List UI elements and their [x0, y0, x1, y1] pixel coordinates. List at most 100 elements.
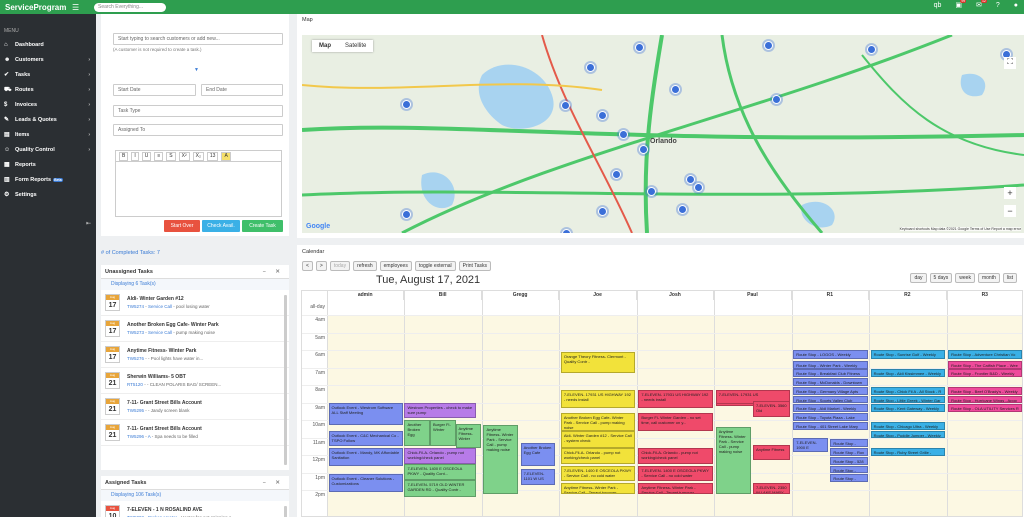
brand-logo[interactable]: ServiceProgram [0, 3, 72, 12]
tab-satellite[interactable]: Satellite [338, 40, 373, 52]
check-avail-button[interactable]: Check Avail. [202, 220, 240, 232]
sidebar-item-items[interactable]: ▤ Items › [0, 127, 96, 142]
help-icon[interactable]: ? [996, 2, 1000, 9]
map-marker-icon[interactable] [598, 207, 607, 216]
calendar-column-header[interactable]: Josh [637, 291, 715, 300]
calendar-event[interactable]: Route Stop - Puddle Jumper - Weekly [870, 430, 945, 439]
calendar-event[interactable]: 7-ELEVEN- 1400 E OSCEOLA PKWY - Service … [560, 465, 636, 482]
task-item[interactable]: Aug10 7-ELEVEN - 1 N ROSALIND AVETW5002 -… [101, 501, 289, 517]
customer-search-input[interactable]: Start typing to search customers or add … [113, 33, 283, 45]
calendar-event[interactable]: 7-ELEVEN- 5719 OLD WINTER GARDEN RD - Qu… [404, 479, 476, 497]
calendar-column-header[interactable]: R1 [792, 291, 870, 300]
print-tasks-button[interactable]: Print Tasks [458, 261, 492, 271]
map-marker-icon[interactable] [586, 63, 595, 72]
hamburger-menu-icon[interactable]: ☰ [72, 3, 94, 12]
calendar-event[interactable]: Anytime Fitness [752, 444, 791, 461]
calendar-event[interactable]: Route Stop - 401 Street Lake Mary [793, 421, 868, 430]
task-item[interactable]: Aug 17 Aldi- Winter Garden #12 TW5274 - Ser… [101, 290, 289, 316]
prev-icon[interactable]: < [302, 261, 313, 271]
panel-controls-icon[interactable]: – ✕ [263, 476, 284, 489]
calendar-event[interactable]: Chick-Fil-A- Orlando - pump not working/… [638, 448, 713, 464]
calendar-event[interactable]: Route Stop - Sports Valley Club [793, 395, 868, 404]
next-icon[interactable]: > [315, 261, 327, 271]
map-marker-icon[interactable] [686, 175, 695, 184]
calendar-event[interactable]: Burger Fi- Winter [430, 420, 456, 447]
collapse-sidebar-icon[interactable]: ⇤ [86, 220, 91, 227]
sidebar-item-tasks[interactable]: ✔ Tasks › [0, 67, 96, 82]
calendar-event[interactable]: Anytime Fitness- Winter Park - Service C… [638, 483, 713, 494]
strikethrough-icon[interactable]: S [166, 151, 176, 161]
calendar-event[interactable]: Anytime Fitness- Winter Park - Service C… [715, 427, 751, 494]
toggle-external-button[interactable]: toggle external [414, 261, 456, 271]
assigned-to-select[interactable]: Assigned To [113, 124, 283, 136]
calendar-event[interactable]: Route Stop - Adventure Christian Vo [948, 350, 1022, 359]
sidebar-item-quality-control[interactable]: ☺ Quality Control › [0, 142, 96, 157]
start-over-button[interactable]: Start Over [164, 220, 200, 232]
calendar-event[interactable]: 7-ELEVEN- 1400 E OSCEOLA PKWY - Quality … [404, 463, 476, 480]
sidebar-item-reports[interactable]: ▦ Reports [0, 157, 96, 172]
calendar-event[interactable]: Route Stop - Aldi Market - Weekly [793, 404, 868, 413]
map-marker-icon[interactable] [402, 210, 411, 219]
list-icon[interactable]: ≡ [154, 151, 164, 161]
calendar-event[interactable]: Another Broken Egg Cafe [520, 442, 556, 466]
calendar-event[interactable]: Route Stop - Orlando Power Fitness [830, 439, 868, 448]
today-button[interactable]: today [329, 261, 351, 271]
calendar-event[interactable]: Route Stop - Chicago Ultra - Weekly [870, 421, 945, 430]
task-id[interactable]: TW5295 [127, 408, 144, 413]
calendar-event[interactable]: Aldi- Winter Garden #12 - Service Call -… [560, 430, 636, 448]
view-5days-button[interactable]: 5 days [929, 273, 953, 283]
view-list-button[interactable]: list [1002, 273, 1017, 283]
end-date-input[interactable]: End Date [201, 84, 283, 96]
calendar-event[interactable]: Route Stop - Beef O'Brady's - Weekly [948, 386, 1022, 395]
map-marker-icon[interactable] [561, 101, 570, 110]
calendar-event[interactable]: Anytime Fitness- Winter Park - Service C… [483, 425, 519, 494]
calendar-event[interactable]: Route Stop - Hurricane Wings - Apop [948, 395, 1022, 404]
calendar-event[interactable]: Chick-Fil-A- Orlando - pump not working/… [404, 448, 476, 464]
start-date-input[interactable]: Start Date [113, 84, 196, 96]
calendar-event[interactable]: Route Stop - Aldi Kissimmee - Weekly [870, 369, 945, 378]
map-marker-icon[interactable] [635, 43, 644, 52]
calendar-event[interactable]: Route Stop - Little Greek - Winter Gar [870, 395, 945, 404]
map-marker-icon[interactable] [694, 183, 703, 192]
map-marker-icon[interactable] [639, 145, 648, 154]
calendar-event[interactable]: Route Stop - New Times Pilates Grd [830, 465, 868, 474]
calendar-column-header[interactable]: Joe [559, 291, 637, 300]
calendar-event[interactable]: Route Stop - McDonalds - Downtown [793, 378, 868, 386]
map-marker-icon[interactable] [598, 111, 607, 120]
calendar-event[interactable]: 7-ELEVEN- 17931 US HIGHWAY 192 - needs i… [560, 390, 636, 408]
calendar-event[interactable]: Route Stop - Frontier B&D - Weekly [948, 369, 1022, 378]
calendar-column-header[interactable]: R2 [869, 291, 947, 300]
notifications-icon[interactable]: ✉ 12 [976, 0, 987, 9]
calendar-event[interactable]: Route Stop - 528 The Strand [830, 456, 868, 465]
task-item[interactable]: Aug 17 Anytime Fitness- Winter Park TW5276 … [101, 342, 289, 368]
tab-map[interactable]: Map [312, 40, 338, 52]
global-search-input[interactable]: Search Everything... [94, 2, 166, 12]
task-id[interactable]: TW5276 [127, 356, 144, 361]
calendar-event[interactable]: Outlook Event - Cleaner Solutions - Cust… [328, 474, 403, 492]
map-marker-icon[interactable] [764, 41, 773, 50]
sidebar-item-leads-quotes[interactable]: ✎ Leads & Quotes › [0, 112, 96, 127]
calendar-event[interactable]: Route Stop - Rox Family [830, 448, 868, 456]
map-marker-icon[interactable] [772, 95, 781, 104]
map-marker-icon[interactable] [678, 205, 687, 214]
quickbooks-icon[interactable]: qb [934, 2, 942, 9]
sidebar-item-dashboard[interactable]: ⌂ Dashboard [0, 37, 96, 52]
calendar-event[interactable]: Route Stop - Sunrise Golf - Weekly [870, 350, 945, 359]
map-marker-icon[interactable] [612, 170, 621, 179]
sidebar-item-settings[interactable]: ⚙ Settings [0, 187, 96, 202]
calendar-column-header[interactable]: Gregg [482, 291, 560, 300]
superscript-icon[interactable]: X² [178, 151, 190, 161]
calendar-event[interactable]: Outlook Event - Westrom Software ALL Sta… [328, 402, 403, 426]
calendar-event[interactable]: 7-ELEVEN- 3560 Old [752, 400, 791, 417]
calendar-event[interactable]: Outlook Event - Mandy, MK Affordable San… [328, 448, 403, 466]
map-marker-icon[interactable] [867, 45, 876, 54]
calendar-event[interactable]: Westrom Properties - check to make sure … [404, 402, 476, 419]
chevron-down-icon[interactable]: ▼ [194, 67, 199, 73]
calendar-event[interactable]: Another Broken Egg [404, 420, 430, 447]
calendar-event[interactable]: 7-ELEVEN- 2350 W LAKE MARY BLVD [752, 483, 791, 494]
calendar-event[interactable]: Route Stop - Kent Gateway - Weekly [870, 404, 945, 413]
calendar-event[interactable]: Route Stop - Germany Village Apts [793, 386, 868, 395]
font-size-select[interactable]: 13 [206, 151, 219, 161]
calendar-column-header[interactable]: R3 [947, 291, 1022, 300]
sidebar-item-customers[interactable]: ☻ Customers › [0, 52, 96, 67]
